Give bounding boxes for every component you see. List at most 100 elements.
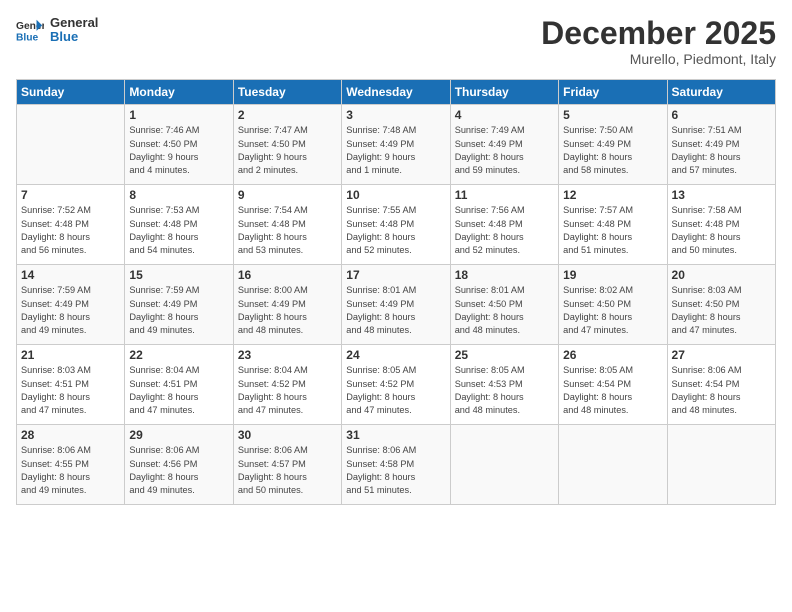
- day-info: Sunrise: 8:01 AMSunset: 4:49 PMDaylight:…: [346, 284, 445, 337]
- day-number: 23: [238, 348, 337, 362]
- day-info: Sunrise: 8:03 AMSunset: 4:51 PMDaylight:…: [21, 364, 120, 417]
- day-cell: 4 Sunrise: 7:49 AMSunset: 4:49 PMDaylight…: [450, 105, 558, 185]
- day-number: 8: [129, 188, 228, 202]
- day-cell: 21Sunrise: 8:03 AMSunset: 4:51 PMDayligh…: [17, 345, 125, 425]
- day-cell: 8 Sunrise: 7:53 AMSunset: 4:48 PMDaylight…: [125, 185, 233, 265]
- day-cell: 2 Sunrise: 7:47 AMSunset: 4:50 PMDaylight…: [233, 105, 341, 185]
- day-cell: 27 Sunrise: 8:06 AMSunset: 4:54 PMDayligh…: [667, 345, 775, 425]
- day-info: Sunrise: 8:05 AMSunset: 4:53 PMDaylight:…: [455, 364, 554, 417]
- day-info: Sunrise: 8:00 AMSunset: 4:49 PMDaylight:…: [238, 284, 337, 337]
- calendar-container: General Blue General Blue December 2025 …: [0, 0, 792, 612]
- day-cell: 30 Sunrise: 8:06 AMSunset: 4:57 PMDayligh…: [233, 425, 341, 505]
- day-info: Sunrise: 8:06 AMSunset: 4:58 PMDaylight:…: [346, 444, 445, 497]
- day-number: 22: [129, 348, 228, 362]
- day-number: 25: [455, 348, 554, 362]
- day-number: 16: [238, 268, 337, 282]
- day-number: 31: [346, 428, 445, 442]
- day-cell: 10 Sunrise: 7:55 AMSunset: 4:48 PMDayligh…: [342, 185, 450, 265]
- svg-text:Blue: Blue: [16, 33, 39, 44]
- day-info: Sunrise: 8:06 AMSunset: 4:57 PMDaylight:…: [238, 444, 337, 497]
- day-info: Sunrise: 8:03 AMSunset: 4:50 PMDaylight:…: [672, 284, 771, 337]
- day-info: Sunrise: 7:51 AMSunset: 4:49 PMDaylight:…: [672, 124, 771, 177]
- title-block: December 2025 Murello, Piedmont, Italy: [541, 16, 776, 67]
- week-row-2: 7Sunrise: 7:52 AMSunset: 4:48 PMDaylight…: [17, 185, 776, 265]
- day-number: 10: [346, 188, 445, 202]
- day-header-monday: Monday: [125, 80, 233, 105]
- day-number: 27: [672, 348, 771, 362]
- day-info: Sunrise: 7:55 AMSunset: 4:48 PMDaylight:…: [346, 204, 445, 257]
- day-info: Sunrise: 7:52 AMSunset: 4:48 PMDaylight:…: [21, 204, 120, 257]
- day-cell: 9 Sunrise: 7:54 AMSunset: 4:48 PMDaylight…: [233, 185, 341, 265]
- day-cell: 28 Sunrise: 8:06 AMSunset: 4:55 PMDayligh…: [17, 425, 125, 505]
- day-cell: 15Sunrise: 7:59 AMSunset: 4:49 PMDayligh…: [125, 265, 233, 345]
- header: General Blue General Blue December 2025 …: [16, 16, 776, 67]
- day-info: Sunrise: 7:50 AMSunset: 4:49 PMDaylight:…: [563, 124, 662, 177]
- day-info: Sunrise: 7:54 AMSunset: 4:48 PMDaylight:…: [238, 204, 337, 257]
- day-number: 14: [21, 268, 120, 282]
- day-number: 17: [346, 268, 445, 282]
- day-info: Sunrise: 7:56 AMSunset: 4:48 PMDaylight:…: [455, 204, 554, 257]
- day-info: Sunrise: 8:04 AMSunset: 4:51 PMDaylight:…: [129, 364, 228, 417]
- day-number: 12: [563, 188, 662, 202]
- day-cell: [450, 425, 558, 505]
- day-cell: 23 Sunrise: 8:04 AMSunset: 4:52 PMDayligh…: [233, 345, 341, 425]
- day-number: 28: [21, 428, 120, 442]
- week-row-1: 1Sunrise: 7:46 AMSunset: 4:50 PMDaylight…: [17, 105, 776, 185]
- day-header-tuesday: Tuesday: [233, 80, 341, 105]
- day-number: 18: [455, 268, 554, 282]
- day-header-friday: Friday: [559, 80, 667, 105]
- day-number: 24: [346, 348, 445, 362]
- location: Murello, Piedmont, Italy: [541, 51, 776, 67]
- day-info: Sunrise: 8:04 AMSunset: 4:52 PMDaylight:…: [238, 364, 337, 417]
- day-info: Sunrise: 8:05 AMSunset: 4:54 PMDaylight:…: [563, 364, 662, 417]
- logo-icon: General Blue: [16, 16, 44, 44]
- header-row: SundayMondayTuesdayWednesdayThursdayFrid…: [17, 80, 776, 105]
- week-row-3: 14 Sunrise: 7:59 AMSunset: 4:49 PMDayligh…: [17, 265, 776, 345]
- month-title: December 2025: [541, 16, 776, 51]
- day-header-thursday: Thursday: [450, 80, 558, 105]
- day-info: Sunrise: 7:49 AMSunset: 4:49 PMDaylight:…: [455, 124, 554, 177]
- day-number: 5: [563, 108, 662, 122]
- day-number: 6: [672, 108, 771, 122]
- day-number: 1: [129, 108, 228, 122]
- day-number: 13: [672, 188, 771, 202]
- day-info: Sunrise: 7:48 AMSunset: 4:49 PMDaylight:…: [346, 124, 445, 177]
- day-info: Sunrise: 8:05 AMSunset: 4:52 PMDaylight:…: [346, 364, 445, 417]
- day-cell: [559, 425, 667, 505]
- day-cell: 17 Sunrise: 8:01 AMSunset: 4:49 PMDayligh…: [342, 265, 450, 345]
- logo-text-general: General: [50, 16, 98, 30]
- day-cell: 3Sunrise: 7:48 AMSunset: 4:49 PMDaylight…: [342, 105, 450, 185]
- day-cell: 24 Sunrise: 8:05 AMSunset: 4:52 PMDayligh…: [342, 345, 450, 425]
- day-info: Sunrise: 8:06 AMSunset: 4:55 PMDaylight:…: [21, 444, 120, 497]
- day-number: 4: [455, 108, 554, 122]
- day-cell: 7Sunrise: 7:52 AMSunset: 4:48 PMDaylight…: [17, 185, 125, 265]
- day-number: 20: [672, 268, 771, 282]
- day-cell: [17, 105, 125, 185]
- day-cell: 26 Sunrise: 8:05 AMSunset: 4:54 PMDayligh…: [559, 345, 667, 425]
- day-cell: 18 Sunrise: 8:01 AMSunset: 4:50 PMDayligh…: [450, 265, 558, 345]
- day-cell: 5 Sunrise: 7:50 AMSunset: 4:49 PMDaylight…: [559, 105, 667, 185]
- day-info: Sunrise: 8:01 AMSunset: 4:50 PMDaylight:…: [455, 284, 554, 337]
- day-number: 9: [238, 188, 337, 202]
- day-cell: 11Sunrise: 7:56 AMSunset: 4:48 PMDayligh…: [450, 185, 558, 265]
- day-info: Sunrise: 8:02 AMSunset: 4:50 PMDaylight:…: [563, 284, 662, 337]
- day-number: 26: [563, 348, 662, 362]
- day-number: 2: [238, 108, 337, 122]
- day-cell: 1Sunrise: 7:46 AMSunset: 4:50 PMDaylight…: [125, 105, 233, 185]
- day-cell: 16 Sunrise: 8:00 AMSunset: 4:49 PMDayligh…: [233, 265, 341, 345]
- day-cell: 13 Sunrise: 7:58 AMSunset: 4:48 PMDayligh…: [667, 185, 775, 265]
- day-number: 29: [129, 428, 228, 442]
- day-info: Sunrise: 7:47 AMSunset: 4:50 PMDaylight:…: [238, 124, 337, 177]
- day-cell: 25 Sunrise: 8:05 AMSunset: 4:53 PMDayligh…: [450, 345, 558, 425]
- day-info: Sunrise: 8:06 AMSunset: 4:54 PMDaylight:…: [672, 364, 771, 417]
- day-info: Sunrise: 7:53 AMSunset: 4:48 PMDaylight:…: [129, 204, 228, 257]
- day-cell: 12Sunrise: 7:57 AMSunset: 4:48 PMDayligh…: [559, 185, 667, 265]
- logo-text-blue: Blue: [50, 30, 98, 44]
- day-info: Sunrise: 7:59 AMSunset: 4:49 PMDaylight:…: [21, 284, 120, 337]
- day-header-saturday: Saturday: [667, 80, 775, 105]
- day-info: Sunrise: 7:58 AMSunset: 4:48 PMDaylight:…: [672, 204, 771, 257]
- day-cell: 19Sunrise: 8:02 AMSunset: 4:50 PMDayligh…: [559, 265, 667, 345]
- day-cell: 31 Sunrise: 8:06 AMSunset: 4:58 PMDayligh…: [342, 425, 450, 505]
- day-number: 30: [238, 428, 337, 442]
- day-info: Sunrise: 7:59 AMSunset: 4:49 PMDaylight:…: [129, 284, 228, 337]
